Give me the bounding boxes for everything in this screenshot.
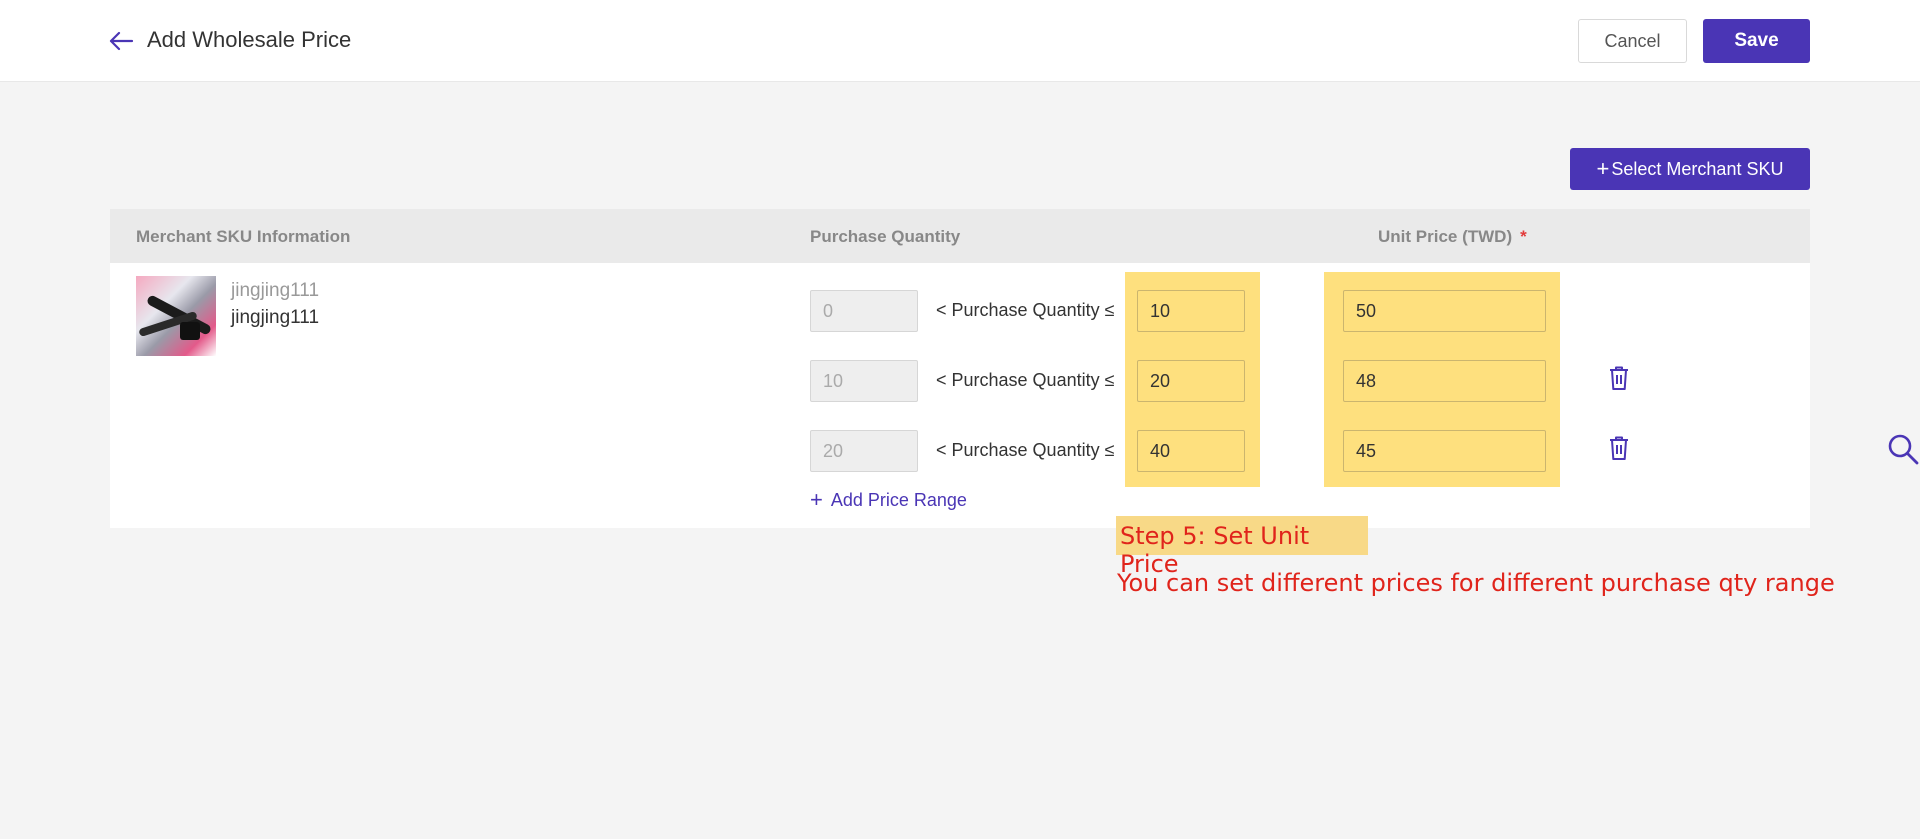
step-annotation-title: Step 5: Set Unit Price bbox=[1116, 516, 1368, 578]
unit-price-input[interactable]: 45 bbox=[1343, 430, 1546, 472]
step-annotation-description: You can set different prices for differe… bbox=[1117, 569, 1835, 597]
sku-name-secondary: jingjing111 bbox=[231, 280, 320, 301]
cancel-button[interactable]: Cancel bbox=[1578, 19, 1687, 63]
range-min-field: 0 bbox=[810, 290, 918, 332]
unit-price-input[interactable]: 50 bbox=[1343, 290, 1546, 332]
arrow-left-icon[interactable] bbox=[108, 29, 134, 53]
trash-icon[interactable] bbox=[1607, 365, 1631, 391]
column-header-qty: Purchase Quantity bbox=[810, 227, 961, 246]
sku-name-primary: jingjing111 bbox=[231, 307, 320, 328]
range-min-field: 10 bbox=[810, 360, 918, 402]
plus-icon: + bbox=[1596, 156, 1610, 181]
column-header-price-label: Unit Price (TWD) bbox=[1378, 227, 1513, 246]
column-header-price: Unit Price (TWD) * bbox=[1378, 227, 1527, 247]
column-header-sku: Merchant SKU Information bbox=[136, 227, 351, 246]
select-merchant-sku-button[interactable]: + Select Merchant SKU bbox=[1570, 148, 1810, 190]
unit-price-input[interactable]: 48 bbox=[1343, 360, 1546, 402]
range-label: < Purchase Quantity ≤ bbox=[936, 300, 1115, 320]
save-button[interactable]: Save bbox=[1703, 19, 1810, 63]
range-label: < Purchase Quantity ≤ bbox=[936, 440, 1115, 460]
add-price-range-label: Add Price Range bbox=[830, 489, 967, 510]
trash-icon[interactable] bbox=[1607, 435, 1631, 461]
range-max-input[interactable]: 10 bbox=[1137, 290, 1245, 332]
page-header: Add Wholesale Price Cancel Save bbox=[0, 0, 1920, 82]
page-title: Add Wholesale Price bbox=[147, 27, 352, 52]
sku-thumbnail bbox=[136, 276, 216, 356]
add-price-range-link[interactable]: + Add Price Range bbox=[810, 489, 967, 511]
required-mark: * bbox=[1520, 227, 1527, 246]
plus-icon: + bbox=[810, 487, 823, 512]
range-label: < Purchase Quantity ≤ bbox=[936, 370, 1115, 390]
range-max-input[interactable]: 40 bbox=[1137, 430, 1245, 472]
table-header: Merchant SKU Information Purchase Quanti… bbox=[110, 209, 1810, 263]
range-max-input[interactable]: 20 bbox=[1137, 360, 1245, 402]
select-merchant-sku-label: Select Merchant SKU bbox=[1611, 158, 1784, 179]
search-icon[interactable] bbox=[1886, 432, 1920, 466]
range-min-field: 20 bbox=[810, 430, 918, 472]
